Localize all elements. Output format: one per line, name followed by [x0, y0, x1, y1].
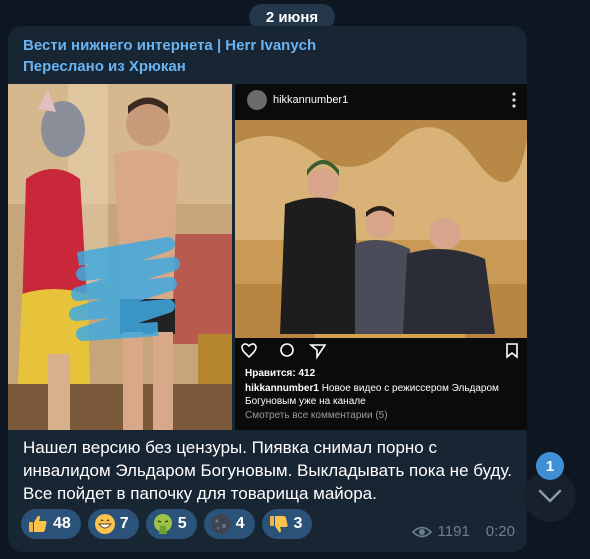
instagram-description-author: hikkannumber1	[245, 383, 319, 394]
grinning-face-icon	[94, 514, 115, 534]
vomiting-face-icon	[153, 514, 172, 534]
instagram-comments-link: Смотреть все комментарии (5)	[245, 410, 388, 421]
new-moon-face-icon	[210, 514, 231, 534]
photo-right-instagram[interactable]: hikkannumber1 Нравится: 412 hikkannumber…	[235, 84, 527, 430]
photo-left-illustration	[8, 84, 232, 430]
chevron-down-icon	[538, 489, 562, 503]
photo-left[interactable]	[8, 84, 232, 430]
instagram-avatar	[247, 90, 267, 110]
reaction-count: 3	[293, 515, 303, 532]
instagram-description: hikkannumber1 Новое видео с режиссером Э…	[245, 382, 521, 408]
reaction-count: 4	[235, 515, 245, 532]
eye-icon	[411, 526, 432, 537]
message-text: Нашел версию без цензуры. Пиявка снимал …	[23, 438, 512, 503]
forwarded-from[interactable]: Переслано из Хрюкан	[23, 58, 186, 75]
view-count: 1191	[437, 523, 470, 540]
message-time: 0:20	[485, 523, 515, 540]
reaction-vomiting-face[interactable]: 5	[145, 509, 197, 539]
reactions-bar: 48 7 5 4 3	[21, 509, 313, 539]
reaction-count: 48	[53, 515, 71, 532]
reaction-grinning-face[interactable]: 7	[87, 509, 139, 539]
reaction-count: 7	[119, 515, 129, 532]
message-meta: 1191 0:20	[411, 523, 515, 540]
instagram-username: hikkannumber1	[273, 94, 349, 106]
message-bubble: Вести нижнего интернета | Herr Ivanych П…	[8, 26, 527, 552]
unread-count: 1	[545, 457, 555, 475]
reaction-thumbs-down[interactable]: 3	[261, 509, 313, 539]
reaction-thumbs-up[interactable]: 48	[21, 509, 81, 539]
channel-name[interactable]: Вести нижнего интернета | Herr Ivanych	[23, 37, 316, 54]
instagram-likes: Нравится: 412	[245, 368, 316, 379]
thumbs-up-icon	[29, 515, 47, 532]
reaction-count: 5	[177, 515, 187, 532]
unread-count-badge: 1	[536, 452, 564, 480]
thumbs-down-icon	[269, 516, 288, 533]
date-label: 2 июня	[265, 8, 319, 26]
reaction-new-moon-face[interactable]: 4	[203, 509, 255, 539]
